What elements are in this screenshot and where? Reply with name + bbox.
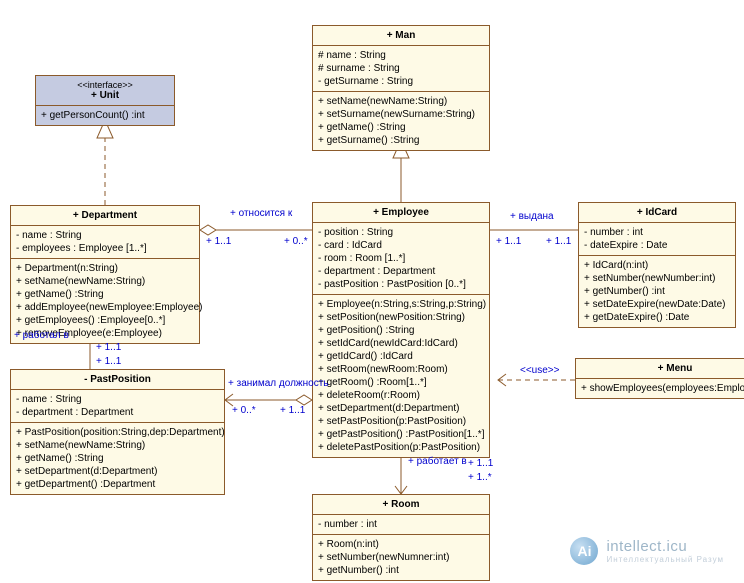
- assoc-emp-room-name: + работает в: [408, 456, 467, 467]
- assoc-pp-emp-m2: + 1..1: [280, 405, 305, 416]
- assoc-emp-idcard-name: + выдана: [510, 211, 554, 222]
- assoc-pp-dep-m2: + 1..1: [96, 356, 121, 367]
- attr: - name : String: [16, 393, 219, 406]
- class-title: + Room: [319, 499, 483, 510]
- assoc-emp-room-m2: + 1..*: [468, 472, 492, 483]
- assoc-dep-emp-m1: + 1..1: [206, 236, 231, 247]
- watermark: Ai intellect.icu Интеллектуальный Разум: [570, 537, 724, 565]
- attr: - employees : Employee [1..*]: [16, 242, 194, 255]
- class-title: + Employee: [319, 207, 483, 218]
- attr: - dateExpire : Date: [584, 239, 730, 252]
- op: + setRoom(newRoom:Room): [318, 363, 484, 376]
- attr: - number : int: [584, 226, 730, 239]
- assoc-dep-emp-name: + относится к: [230, 208, 292, 219]
- attr: - department : Department: [318, 265, 484, 278]
- op: + Employee(n:String,s:String,p:String): [318, 298, 484, 311]
- op: + setPosition(newPosition:String): [318, 311, 484, 324]
- class-department: + Department - name : String - employees…: [10, 205, 200, 344]
- attr: # surname : String: [318, 62, 484, 75]
- op: + Department(n:String): [16, 262, 194, 275]
- op: + addEmployee(newEmployee:Employee): [16, 301, 194, 314]
- attr: - name : String: [16, 229, 194, 242]
- class-title: + Man: [319, 30, 483, 41]
- attr: - getSurname : String: [318, 75, 484, 88]
- assoc-pp-emp-m1: + 0..*: [232, 405, 256, 416]
- op: + setDateExpire(newDate:Date): [584, 298, 730, 311]
- class-employee: + Employee - position : String - card : …: [312, 202, 490, 458]
- assoc-emp-room-m1: + 1..1: [468, 458, 493, 469]
- class-pastposition: - PastPosition - name : String - departm…: [10, 369, 225, 495]
- class-unit: <<interface>> + Unit + getPersonCount() …: [35, 75, 175, 126]
- op: + setSurname(newSurname:String): [318, 108, 484, 121]
- op: + getDateExpire() :Date: [584, 311, 730, 324]
- attr: - room : Room [1..*]: [318, 252, 484, 265]
- class-room: + Room - number : int + Room(n:int) + se…: [312, 494, 490, 581]
- op: + setIdCard(newIdCard:IdCard): [318, 337, 484, 350]
- op: + setName(newName:String): [16, 275, 194, 288]
- op: + getEmployees() :Employee[0..*]: [16, 314, 194, 327]
- attr: - position : String: [318, 226, 484, 239]
- attr: - department : Department: [16, 406, 219, 419]
- attr: - pastPosition : PastPosition [0..*]: [318, 278, 484, 291]
- class-idcard: + IdCard - number : int - dateExpire : D…: [578, 202, 736, 328]
- assoc-pp-dep-name: + работал в: [14, 330, 69, 341]
- op: + deleteRoom(r:Room): [318, 389, 484, 402]
- class-man: + Man # name : String # surname : String…: [312, 25, 490, 151]
- class-title: + IdCard: [585, 207, 729, 218]
- op: + Room(n:int): [318, 538, 484, 551]
- class-title: - PastPosition: [17, 374, 218, 385]
- attr: # name : String: [318, 49, 484, 62]
- op: + getRoom() :Room[1..*]: [318, 376, 484, 389]
- op: + getNumber() :int: [318, 564, 484, 577]
- op: + getPastPosition() :PastPosition[1..*]: [318, 428, 484, 441]
- class-menu: + Menu + showEmployees(employees:Employe…: [575, 358, 744, 399]
- watermark-logo-icon: Ai: [570, 537, 598, 565]
- op: + getName() :String: [318, 121, 484, 134]
- attr: - number : int: [318, 518, 484, 531]
- op: + getName() :String: [16, 288, 194, 301]
- assoc-emp-idcard-m2: + 1..1: [546, 236, 571, 247]
- op: + setName(newName:String): [16, 439, 219, 452]
- op: + PastPosition(position:String,dep:Depar…: [16, 426, 219, 439]
- assoc-emp-idcard-m1: + 1..1: [496, 236, 521, 247]
- class-title: + Menu: [582, 363, 744, 374]
- op: + setDepartment(d:Department): [318, 402, 484, 415]
- watermark-sub: Интеллектуальный Разум: [606, 555, 724, 564]
- op: + getPersonCount() :int: [41, 109, 169, 122]
- op: + showEmployees(employees:Employee[0..*]…: [581, 382, 744, 395]
- op: + getIdCard() :IdCard: [318, 350, 484, 363]
- op: + setNumber(newNumber:int): [584, 272, 730, 285]
- assoc-pp-emp-name: + занимал должность: [228, 378, 329, 389]
- watermark-title: intellect.icu: [606, 538, 724, 555]
- class-title: + Department: [17, 210, 193, 221]
- op: + setNumber(newNumner:int): [318, 551, 484, 564]
- assoc-menu-use: <<use>>: [520, 365, 559, 376]
- op: + setDepartment(d:Department): [16, 465, 219, 478]
- attr: - card : IdCard: [318, 239, 484, 252]
- stereotype: <<interface>>: [42, 80, 168, 90]
- op: + getDepartment() :Department: [16, 478, 219, 491]
- op: + setPastPosition(p:PastPosition): [318, 415, 484, 428]
- op: + getName() :String: [16, 452, 219, 465]
- class-title: + Unit: [42, 90, 168, 101]
- op: + getNumber() :int: [584, 285, 730, 298]
- op: + IdCard(n:int): [584, 259, 730, 272]
- assoc-pp-dep-m1: + 1..1: [96, 342, 121, 353]
- op: + getSurname() :String: [318, 134, 484, 147]
- assoc-dep-emp-m2: + 0..*: [284, 236, 308, 247]
- op: + getPosition() :String: [318, 324, 484, 337]
- op: + setName(newName:String): [318, 95, 484, 108]
- op: + deletePastPosition(p:PastPosition): [318, 441, 484, 454]
